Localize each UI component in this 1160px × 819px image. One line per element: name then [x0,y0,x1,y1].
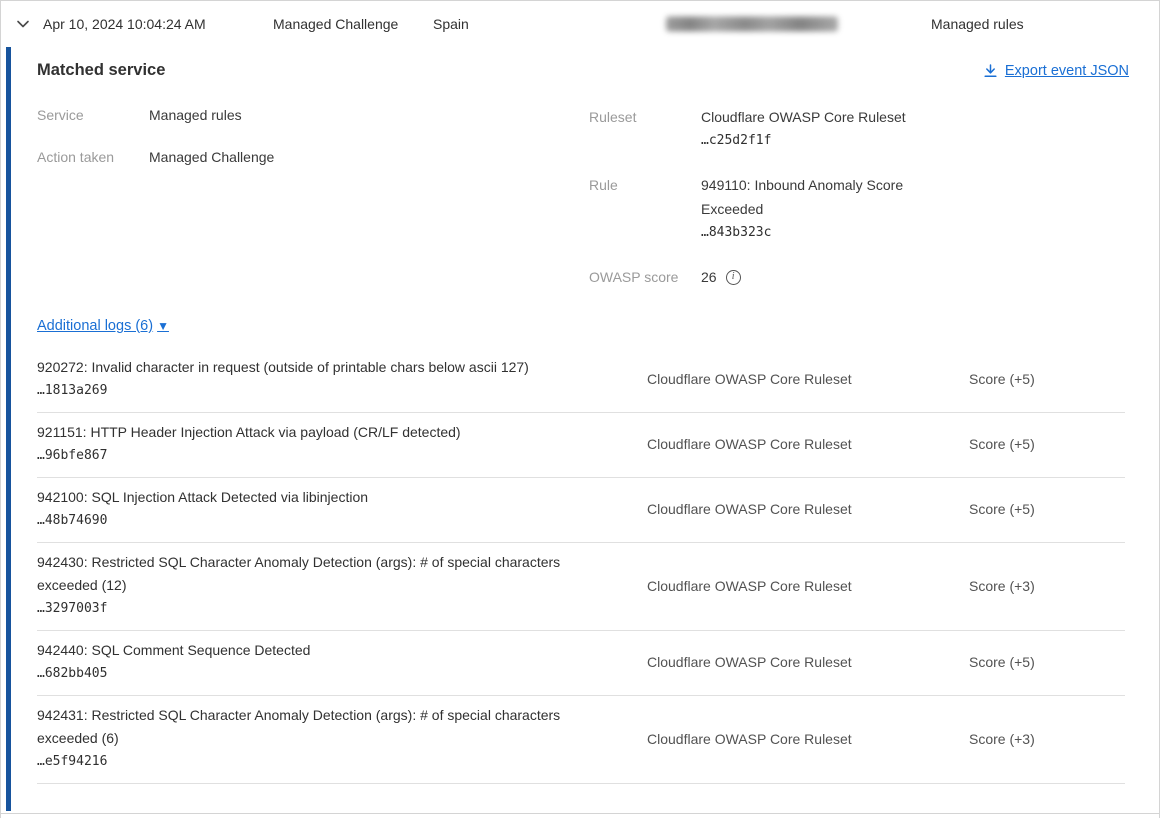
log-rule-hash: …1813a269 [37,379,607,403]
ruleset-id-hash: …c25d2f1f [701,129,906,153]
log-score: Score (+3) [969,729,1125,750]
matched-service-fields: Service Managed rules Action taken Manag… [37,105,1129,289]
additional-logs-toggle[interactable]: Additional logs (6) ▼ [37,318,169,334]
event-detail-panel: Matched service Export event JSON Servic… [1,47,1159,819]
log-ruleset: Cloudflare OWASP Core Ruleset [647,369,969,390]
event-action: Managed Challenge [273,16,398,32]
log-rule-title: 942430: Restricted SQL Character Anomaly… [37,551,607,597]
action-taken-field: Action taken Managed Challenge [37,147,589,168]
log-score: Score (+5) [969,499,1125,520]
event-service: Managed rules [931,16,1024,32]
log-rule-title: 942431: Restricted SQL Character Anomaly… [37,704,607,750]
owasp-score-label: OWASP score [589,265,701,289]
log-rule-hash: …3297003f [37,597,607,621]
log-rule-title: 942100: SQL Injection Attack Detected vi… [37,486,607,509]
event-timestamp: Apr 10, 2024 10:04:24 AM [43,16,206,32]
log-row: 942100: SQL Injection Attack Detected vi… [37,478,1125,543]
log-score: Score (+3) [969,576,1125,597]
log-rule-title: 921151: HTTP Header Injection Attack via… [37,421,607,444]
redacted-hostname [666,17,838,32]
service-value: Managed rules [149,105,242,126]
log-score: Score (+5) [969,434,1125,455]
log-rule-hash: …e5f94216 [37,750,607,774]
log-ruleset: Cloudflare OWASP Core Ruleset [647,729,969,750]
additional-logs-label: Additional logs (6) [37,318,153,334]
log-ruleset: Cloudflare OWASP Core Ruleset [647,499,969,520]
log-row: 942431: Restricted SQL Character Anomaly… [37,696,1125,784]
export-event-json-label: Export event JSON [1005,63,1129,79]
owasp-score-value: 26 [701,265,717,289]
collapse-chevron-icon[interactable] [13,14,33,34]
export-event-json-link[interactable]: Export event JSON [983,63,1129,79]
action-taken-label: Action taken [37,147,149,168]
firewall-event-panel: Apr 10, 2024 10:04:24 AM Managed Challen… [0,0,1160,818]
ruleset-value: Cloudflare OWASP Core Ruleset [701,105,906,129]
panel-bottom-divider [1,813,1160,814]
service-field: Service Managed rules [37,105,589,126]
event-summary-row[interactable]: Apr 10, 2024 10:04:24 AM Managed Challen… [1,1,1159,47]
log-row: 942430: Restricted SQL Character Anomaly… [37,543,1125,631]
rule-id-hash: …843b323c [701,221,941,245]
ruleset-label: Ruleset [589,105,701,153]
log-ruleset: Cloudflare OWASP Core Ruleset [647,434,969,455]
info-icon[interactable]: i [726,270,741,285]
ruleset-field: Ruleset Cloudflare OWASP Core Ruleset …c… [589,105,1129,153]
rule-field: Rule 949110: Inbound Anomaly Score Excee… [589,173,1129,245]
log-rule-hash: …96bfe867 [37,444,607,468]
log-row: 920272: Invalid character in request (ou… [37,348,1125,413]
log-ruleset: Cloudflare OWASP Core Ruleset [647,576,969,597]
service-label: Service [37,105,149,126]
matched-service-title: Matched service [37,61,165,80]
log-rule-hash: …682bb405 [37,662,607,686]
log-ruleset: Cloudflare OWASP Core Ruleset [647,652,969,673]
log-score: Score (+5) [969,652,1125,673]
log-row: 921151: HTTP Header Injection Attack via… [37,413,1125,478]
owasp-score-field: OWASP score 26 i [589,265,1129,289]
event-country: Spain [433,16,469,32]
rule-label: Rule [589,173,701,245]
log-rule-title: 942440: SQL Comment Sequence Detected [37,639,607,662]
log-rule-title: 920272: Invalid character in request (ou… [37,356,607,379]
caret-down-icon: ▼ [157,320,169,332]
log-score: Score (+5) [969,369,1125,390]
log-row: 942440: SQL Comment Sequence Detected …6… [37,631,1125,696]
download-icon [983,63,998,79]
log-rule-hash: …48b74690 [37,509,607,533]
action-taken-value: Managed Challenge [149,147,274,168]
rule-value: 949110: Inbound Anomaly Score Exceeded [701,173,941,221]
selected-row-accent-bar [6,47,11,811]
additional-logs-table: 920272: Invalid character in request (ou… [37,348,1125,784]
detail-header: Matched service Export event JSON [37,61,1129,80]
